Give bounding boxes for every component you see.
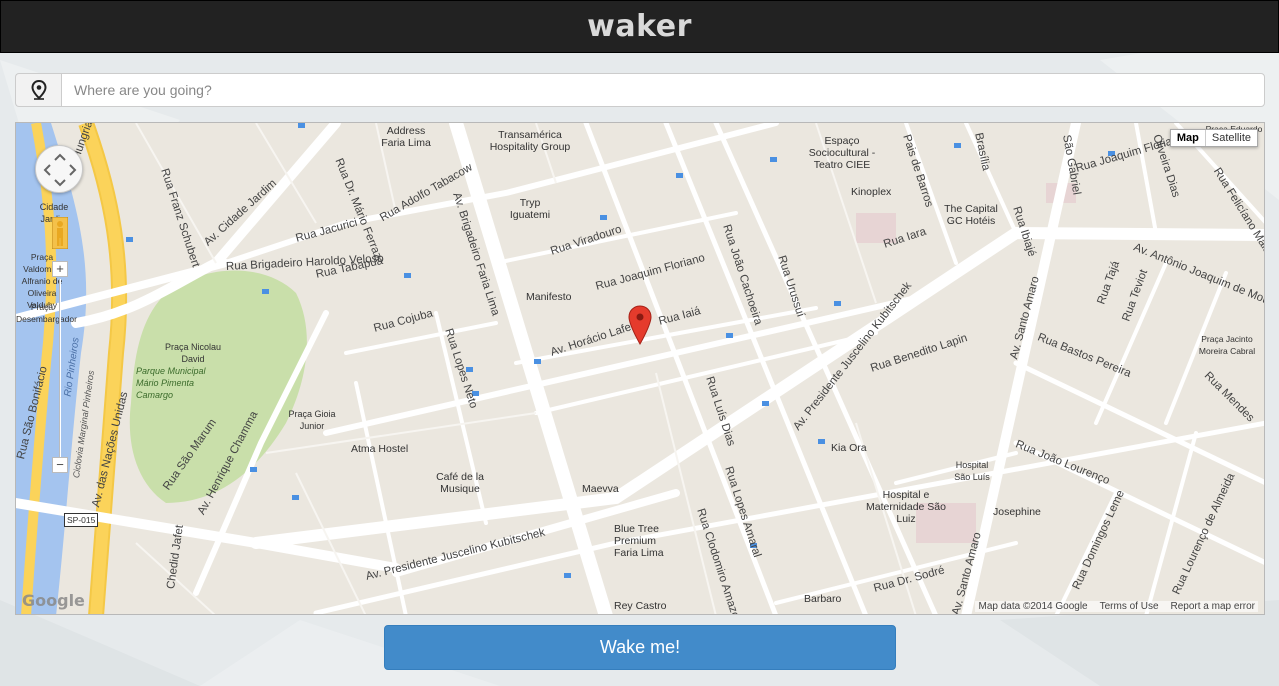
poi-label: Kinoplex — [851, 186, 892, 198]
poi-label: Tryp Iguatemi — [509, 197, 551, 221]
poi-label: Parque Municipal Mário Pimenta Camargo — [136, 366, 206, 400]
street-view-pegman-icon[interactable] — [52, 217, 68, 249]
poi-label: Barbaro — [804, 593, 842, 605]
map-view[interactable]: Rua Brigadeiro Haroldo Veloso Av. Cidade… — [15, 122, 1265, 615]
poi-label: The Capital GC Hotéis — [944, 203, 998, 227]
poi-label: Maevva — [582, 483, 619, 495]
location-pin-icon — [15, 73, 61, 107]
map-type-control: Map Satellite — [1169, 129, 1258, 147]
top-navbar: waker — [0, 0, 1279, 53]
poi-label: Espaço Sociocultural - Teatro CIEE — [808, 135, 876, 171]
zoom-slider[interactable] — [59, 279, 61, 457]
poi-label: Praça Nicolau David — [164, 342, 222, 364]
report-map-error-link[interactable]: Report a map error — [1171, 601, 1255, 612]
highway-shield: SP-015 — [64, 513, 99, 527]
poi-label: Praça Jacinto Moreira Cabral — [1198, 334, 1256, 356]
zoom-out-button[interactable]: − — [52, 457, 68, 473]
poi-label: Hospital São Luís — [954, 460, 990, 482]
poi-label: Address Faria Lima — [381, 125, 431, 149]
zoom-in-button[interactable]: + — [52, 261, 68, 277]
poi-label: Hospital e Maternidade São Luiz — [866, 489, 946, 525]
poi-label: Blue Tree Premium Faria Lima — [614, 523, 664, 559]
poi-label: Josephine — [993, 506, 1041, 518]
poi-label: Transamérica Hospitality Group — [489, 129, 571, 153]
terms-of-use-link[interactable]: Terms of Use — [1100, 601, 1159, 612]
poi-label: Rey Castro — [614, 600, 667, 612]
destination-marker-icon[interactable] — [628, 305, 652, 345]
map-type-map-button[interactable]: Map — [1171, 130, 1206, 146]
google-logo[interactable]: Google — [22, 591, 85, 610]
poi-label: Praça Gioia Junior — [288, 409, 336, 431]
map-attribution: Map data ©2014 Google Terms of Use Repor… — [975, 601, 1258, 612]
poi-label: Manifesto — [526, 291, 572, 303]
poi-label: Atma Hostel — [351, 443, 409, 455]
map-data-credit: Map data ©2014 Google — [978, 601, 1088, 612]
destination-search — [15, 73, 1265, 107]
pan-control[interactable] — [35, 145, 83, 193]
wake-me-button[interactable]: Wake me! — [384, 625, 896, 670]
pan-arrows-icon — [43, 153, 77, 187]
poi-label: Kia Ora — [831, 442, 867, 454]
brand-logo[interactable]: waker — [587, 9, 692, 44]
poi-label: Café de la Musique — [436, 471, 484, 495]
map-type-satellite-button[interactable]: Satellite — [1206, 130, 1257, 146]
search-input[interactable] — [61, 73, 1265, 107]
